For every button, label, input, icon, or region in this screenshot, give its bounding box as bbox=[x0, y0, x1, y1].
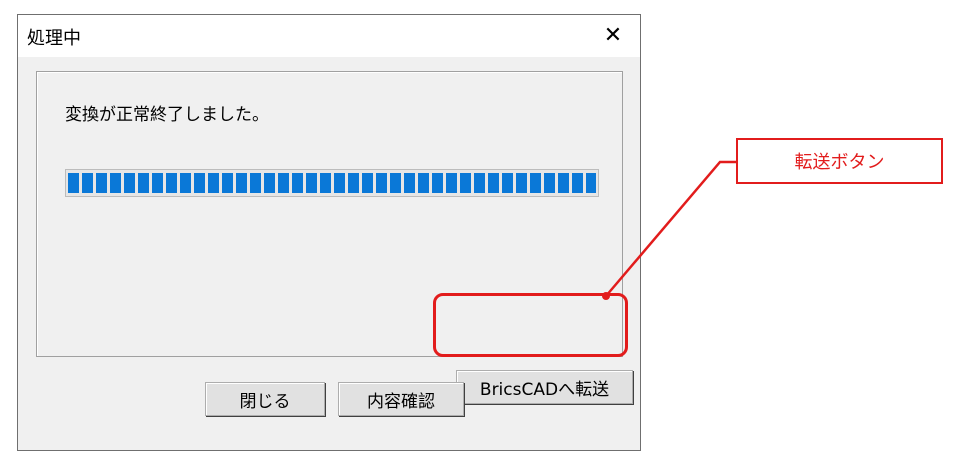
progress-bar bbox=[65, 169, 599, 197]
dialog-title: 処理中 bbox=[27, 28, 81, 49]
check-content-button[interactable]: 内容確認 bbox=[338, 382, 464, 416]
transfer-button-callout: 転送ボタン bbox=[736, 138, 943, 184]
progress-fill bbox=[68, 173, 596, 193]
status-message: 変換が正常終了しました。 bbox=[65, 105, 269, 125]
processing-dialog: 処理中 ✕ 変換が正常終了しました。 BricsCADへ転送 閉じる 内容確認 bbox=[17, 14, 641, 451]
close-button[interactable]: 閉じる bbox=[205, 382, 325, 416]
close-icon[interactable]: ✕ bbox=[600, 23, 626, 49]
title-bar: 処理中 ✕ bbox=[18, 15, 640, 57]
transfer-to-bricscad-button[interactable]: BricsCADへ転送 bbox=[456, 370, 633, 404]
transfer-button-highlight bbox=[433, 293, 628, 357]
